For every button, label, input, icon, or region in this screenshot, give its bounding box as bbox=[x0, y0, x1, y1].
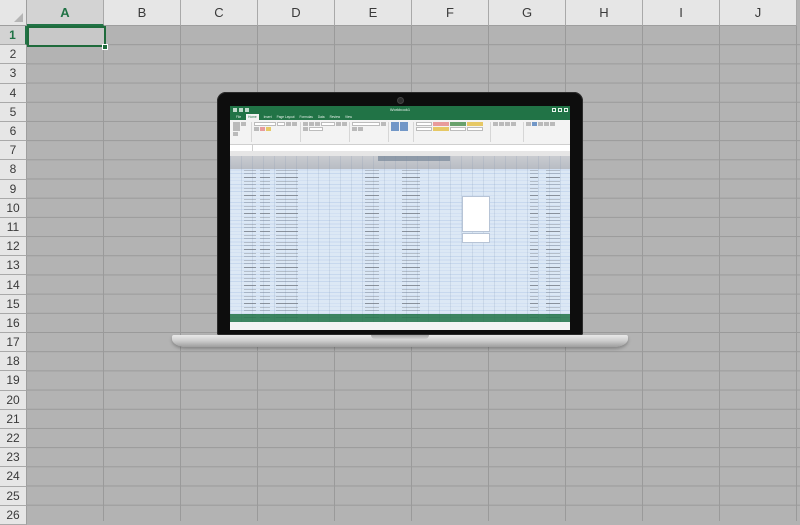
row-header-23[interactable]: 23 bbox=[0, 448, 27, 468]
laptop-screen: Workbook1 File Home Insert Page Layout Formu… bbox=[230, 106, 570, 330]
column-header-e[interactable]: E bbox=[335, 0, 412, 26]
column-header-d[interactable]: D bbox=[258, 0, 335, 26]
row-header-7[interactable]: 7 bbox=[0, 141, 27, 161]
embedded-text-column bbox=[244, 169, 256, 319]
column-header-h[interactable]: H bbox=[566, 0, 643, 26]
select-all-corner[interactable] bbox=[0, 0, 27, 26]
redo-icon bbox=[245, 108, 249, 112]
close-icon bbox=[564, 108, 568, 112]
laptop-image: Workbook1 File Home Insert Page Layout Formu… bbox=[172, 92, 628, 354]
embedded-worksheet bbox=[230, 151, 570, 322]
select-all-triangle-icon bbox=[14, 13, 23, 22]
column-header-j[interactable]: J bbox=[720, 0, 797, 26]
embedded-text-column bbox=[402, 169, 420, 319]
row-header-18[interactable]: 18 bbox=[0, 352, 27, 372]
ribbon-tab-insert: Insert bbox=[263, 115, 272, 119]
cells-group bbox=[493, 122, 524, 142]
row-header-15[interactable]: 15 bbox=[0, 294, 27, 314]
row-header-10[interactable]: 10 bbox=[0, 198, 27, 218]
row-header-24[interactable]: 24 bbox=[0, 467, 27, 487]
window-title: Workbook1 bbox=[389, 107, 411, 112]
row-header-6[interactable]: 6 bbox=[0, 121, 27, 142]
row-header-5[interactable]: 5 bbox=[0, 102, 27, 122]
embedded-text-column bbox=[546, 169, 560, 319]
minimize-icon bbox=[552, 108, 556, 112]
ribbon-tab-review: Review bbox=[329, 115, 341, 119]
column-header-a[interactable]: A bbox=[27, 0, 104, 26]
save-icon bbox=[233, 108, 237, 112]
row-header-4[interactable]: 4 bbox=[0, 83, 27, 103]
embedded-text-column bbox=[530, 169, 538, 319]
ribbon-tab-view: View bbox=[345, 115, 352, 119]
maximize-icon bbox=[558, 108, 562, 112]
clipboard-group bbox=[233, 122, 252, 142]
undo-icon bbox=[239, 108, 243, 112]
embedded-text-column bbox=[365, 169, 379, 319]
alignment-group bbox=[303, 122, 350, 142]
row-header-25[interactable]: 25 bbox=[0, 486, 27, 506]
number-group bbox=[352, 122, 389, 142]
embedded-status-bar bbox=[230, 314, 570, 322]
embedded-text-column bbox=[260, 169, 270, 319]
row-header-20[interactable]: 20 bbox=[0, 390, 27, 410]
row-header-22[interactable]: 22 bbox=[0, 428, 27, 449]
row-header-26[interactable]: 26 bbox=[0, 505, 27, 525]
ribbon bbox=[230, 120, 570, 145]
column-header-b[interactable]: B bbox=[104, 0, 181, 26]
column-header-f[interactable]: F bbox=[412, 0, 489, 26]
fill-handle[interactable] bbox=[102, 44, 108, 50]
ribbon-tab-data: Data bbox=[317, 115, 325, 119]
column-headers: ABCDEFGHIJ bbox=[27, 0, 797, 26]
row-header-12[interactable]: 12 bbox=[0, 237, 27, 257]
row-headers: 1 2 3 4 5 6 7 8 9 10 11 12 13 14 15 16 17 18 19 20 21 22 23 24 2… bbox=[0, 26, 27, 525]
editing-group bbox=[526, 122, 562, 142]
row-header-3[interactable]: 3 bbox=[0, 64, 27, 84]
font-group bbox=[254, 122, 301, 142]
active-cell-a1[interactable] bbox=[27, 26, 106, 47]
camera-icon bbox=[397, 97, 404, 104]
row-header-8[interactable]: 8 bbox=[0, 160, 27, 180]
column-header-i[interactable]: I bbox=[643, 0, 720, 26]
row-header-17[interactable]: 17 bbox=[0, 333, 27, 353]
cell-styles-group bbox=[416, 122, 491, 142]
ribbon-tab-formulas: Formulas bbox=[299, 115, 313, 119]
row-header-9[interactable]: 9 bbox=[0, 179, 27, 199]
laptop-opening-notch bbox=[371, 335, 429, 339]
column-header-g[interactable]: G bbox=[489, 0, 566, 26]
row-header-11[interactable]: 11 bbox=[0, 217, 27, 238]
ribbon-tab-page-layout: Page Layout bbox=[276, 115, 295, 119]
conditional-format-group bbox=[391, 122, 414, 142]
row-header-2[interactable]: 2 bbox=[0, 45, 27, 65]
row-header-16[interactable]: 16 bbox=[0, 313, 27, 333]
row-header-21[interactable]: 21 bbox=[0, 409, 27, 429]
embedded-text-column bbox=[276, 169, 298, 319]
excel-titlebar: Workbook1 bbox=[230, 106, 570, 114]
row-header-14[interactable]: 14 bbox=[0, 275, 27, 295]
embedded-note-cell bbox=[462, 233, 490, 243]
ribbon-tab-home: Home bbox=[246, 114, 259, 120]
row-header-19[interactable]: 19 bbox=[0, 371, 27, 391]
ribbon-tab-file: File bbox=[236, 115, 242, 119]
laptop-bezel: Workbook1 File Home Insert Page Layout Formu… bbox=[217, 92, 583, 335]
embedded-note-cell bbox=[462, 196, 490, 232]
row-header-13[interactable]: 13 bbox=[0, 256, 27, 276]
column-header-c[interactable]: C bbox=[181, 0, 258, 26]
row-header-1[interactable]: 1 bbox=[0, 26, 27, 46]
